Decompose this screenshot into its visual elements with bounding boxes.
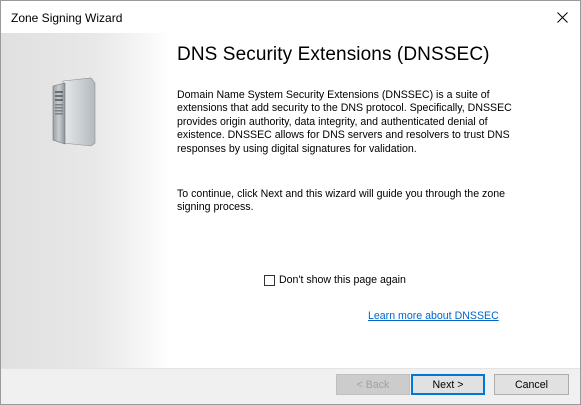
close-button[interactable]	[544, 1, 580, 33]
dont-show-again-row[interactable]: Don't show this page again	[264, 274, 406, 286]
continue-text: To continue, click Next and this wizard …	[177, 188, 505, 214]
next-button[interactable]: Next >	[411, 374, 485, 395]
window-title: Zone Signing Wizard	[11, 11, 123, 25]
wizard-window: Zone Signing Wizard DNS Security Extensi…	[0, 0, 581, 405]
page-title: DNS Security Extensions (DNSSEC)	[177, 44, 490, 65]
close-icon	[556, 11, 568, 23]
banner-panel	[1, 33, 169, 368]
description-text: Domain Name System Security Extensions (…	[177, 89, 512, 155]
dont-show-again-label[interactable]: Don't show this page again	[279, 274, 406, 286]
button-bar: < Back Next > Cancel	[1, 369, 580, 404]
cancel-button[interactable]: Cancel	[494, 374, 569, 395]
learn-more-link[interactable]: Learn more about DNSSEC	[368, 310, 499, 322]
dont-show-again-checkbox[interactable]	[264, 274, 275, 286]
back-button[interactable]: < Back	[336, 374, 410, 395]
title-bar: Zone Signing Wizard	[1, 1, 580, 33]
server-icon	[52, 77, 96, 147]
